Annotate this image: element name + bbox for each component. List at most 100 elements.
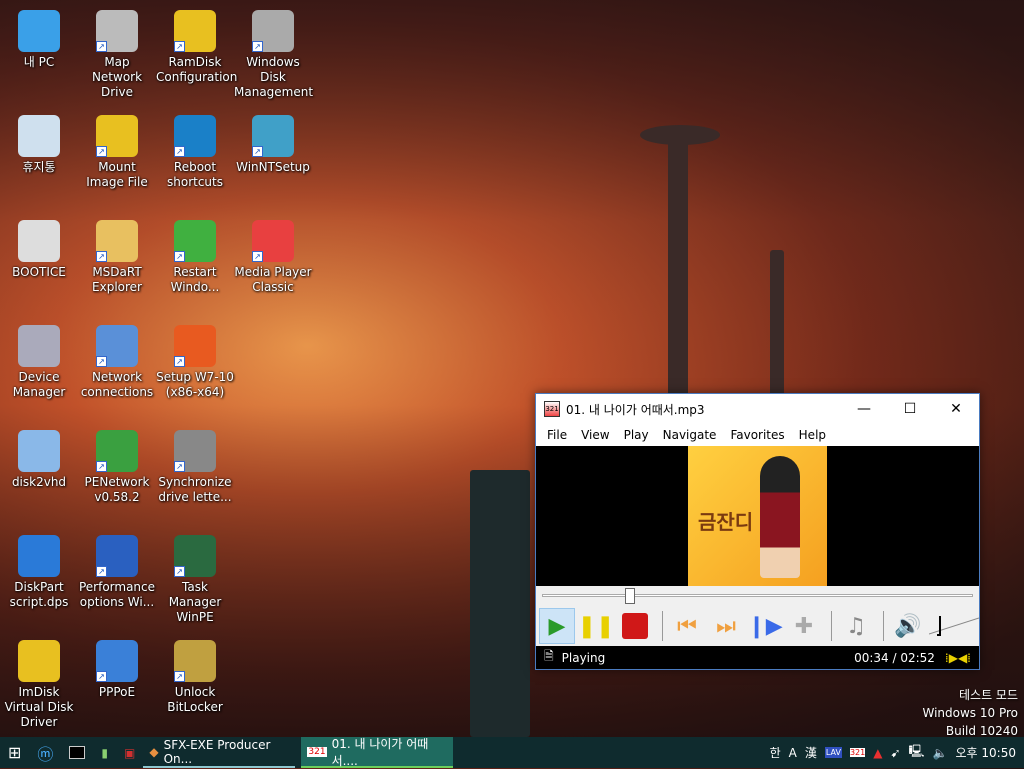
app-icon: ↗ xyxy=(174,535,216,577)
lav-filter-icon[interactable]: LAV xyxy=(824,747,842,758)
task-sfx-exe[interactable]: ◆ SFX-EXE Producer On... xyxy=(143,737,296,768)
stop-button[interactable] xyxy=(617,608,653,644)
media-player-window[interactable]: 321 01. 내 나이가 어때서.mp3 — ☐ ✕ File View Pl… xyxy=(535,393,980,670)
desktop-icon[interactable]: ↗ Windows Disk Management xyxy=(234,10,314,100)
desktop-icon-label: Unlock BitLocker xyxy=(167,685,223,714)
desktop-icon-label: PENetwork v0.58.2 xyxy=(84,475,150,504)
shortcut-arrow-icon: ↗ xyxy=(174,671,185,682)
volume-slider[interactable] xyxy=(928,614,980,638)
maximize-button[interactable]: ☐ xyxy=(887,401,933,417)
desktop-icon[interactable]: ↗ RamDisk Configuration xyxy=(156,10,237,85)
seek-thumb[interactable] xyxy=(625,588,636,604)
mpc-tray-icon[interactable]: 321 xyxy=(849,748,866,757)
desktop-icon[interactable]: ↗ Media Player Classic xyxy=(234,220,312,295)
task-media-player[interactable]: 321 01. 내 나이가 어때서.... xyxy=(301,736,454,768)
desktop-icon[interactable]: 내 PC xyxy=(0,10,78,70)
desktop-icon[interactable]: ↗ Reboot shortcuts xyxy=(156,115,234,190)
desktop-icon[interactable]: DiskPart script.dps xyxy=(0,535,78,610)
pause-button[interactable]: ❚❚ xyxy=(578,608,615,644)
ime-hanja-icon[interactable]: 漢 xyxy=(805,744,817,761)
desktop-icon-label: Network connections xyxy=(80,370,154,399)
desktop-icon-label: BOOTICE xyxy=(12,265,66,279)
tray-app-icon[interactable]: ▲ xyxy=(873,746,882,760)
desktop-icon[interactable]: ↗ Restart Windo... xyxy=(156,220,234,295)
desktop-icon[interactable]: ↗ PENetwork v0.58.2 xyxy=(78,430,156,505)
mpc-app-icon: 321 xyxy=(307,746,327,757)
desktop-icon[interactable]: ImDisk Virtual Disk Driver xyxy=(0,640,78,730)
audio-track-button[interactable]: ♫ xyxy=(838,608,874,644)
start-button[interactable]: ⊞ xyxy=(0,737,29,768)
seek-track[interactable] xyxy=(542,594,973,597)
desktop-icon[interactable]: Device Manager xyxy=(0,325,78,400)
ime-alpha-icon[interactable]: A xyxy=(789,746,797,760)
desktop-icon[interactable]: ↗ Synchronize drive lette... xyxy=(156,430,234,505)
shortcut-arrow-icon: ↗ xyxy=(96,566,107,577)
desktop-icon[interactable]: ↗ MSDaRT Explorer xyxy=(78,220,156,295)
task-label: 01. 내 나이가 어때서.... xyxy=(331,736,429,768)
play-button[interactable]: ▶ xyxy=(539,608,575,644)
desktop-icon[interactable]: ↗ Map Network Drive xyxy=(78,10,156,100)
cmd-pin-icon[interactable] xyxy=(61,737,93,768)
desktop-icon[interactable]: disk2vhd xyxy=(0,430,78,490)
system-tray: 한 A 漢 LAV 321 ▲ ➹ 🖳 🔈 오후 10:50 xyxy=(770,742,1024,763)
mute-button[interactable]: 🔊 xyxy=(890,608,926,644)
shortcut-arrow-icon: ↗ xyxy=(96,251,107,262)
menu-help[interactable]: Help xyxy=(792,428,833,442)
desktop-icon-label: Windows Disk Management xyxy=(234,55,314,99)
app-icon xyxy=(18,10,60,52)
minimize-button[interactable]: — xyxy=(841,401,887,417)
desktop-icon-label: Restart Windo... xyxy=(170,265,220,294)
desktop-icon[interactable]: ↗ Setup W7-10 (x86-x64) xyxy=(156,325,234,400)
desktop-icon-label: Media Player Classic xyxy=(234,265,312,294)
shortcut-arrow-icon: ↗ xyxy=(174,566,185,577)
desktop-icon-label: Performance options Wi... xyxy=(78,580,156,609)
wallpaper-tower-top xyxy=(640,125,720,145)
seek-bar[interactable] xyxy=(536,586,979,606)
frame-step-button[interactable]: ❙▶ xyxy=(747,608,783,644)
add-button[interactable]: ✚ xyxy=(786,608,822,644)
desktop-icon[interactable]: ↗ Performance options Wi... xyxy=(78,535,156,610)
desktop-icon[interactable]: ↗ WinNTSetup xyxy=(234,115,312,175)
reboot-pin-icon[interactable]: ⓜ xyxy=(29,737,61,768)
desktop-icon-label: 내 PC xyxy=(23,55,55,69)
clock[interactable]: 오후 10:50 xyxy=(956,744,1016,761)
shortcut-arrow-icon: ↗ xyxy=(96,146,107,157)
volume-icon[interactable]: 🔈 xyxy=(933,746,948,760)
menu-view[interactable]: View xyxy=(574,428,616,442)
desktop-icon-label: 휴지통 xyxy=(22,160,56,174)
previous-button[interactable]: ⏮ xyxy=(669,608,705,644)
desktop-icon-label: WinNTSetup xyxy=(236,160,310,174)
desktop-icon[interactable]: 휴지통 xyxy=(0,115,78,175)
ime-hangul-icon[interactable]: 한 xyxy=(770,744,781,761)
volume-thumb[interactable] xyxy=(936,616,941,636)
desktop-icon[interactable]: ↗ Network connections xyxy=(78,325,156,400)
network-icon[interactable]: 🖳 xyxy=(909,742,925,763)
desktop-icon-label: ImDisk Virtual Disk Driver xyxy=(4,685,74,729)
desktop-icon[interactable]: ↗ Unlock BitLocker xyxy=(156,640,234,715)
shortcut-arrow-icon: ↗ xyxy=(174,356,185,367)
menu-play[interactable]: Play xyxy=(617,428,656,442)
app-icon: ↗ xyxy=(252,115,294,157)
desktop-icon[interactable]: ↗ Mount Image File xyxy=(78,115,156,190)
menu-file[interactable]: File xyxy=(540,428,574,442)
notepad-pin-icon[interactable]: ▮ xyxy=(93,737,116,768)
desktop-icon-label: disk2vhd xyxy=(11,475,67,489)
desktop-icon[interactable]: ↗ PPPoE xyxy=(78,640,156,700)
shortcut-arrow-icon: ↗ xyxy=(174,461,185,472)
app-icon: ↗ xyxy=(174,430,216,472)
next-button[interactable]: ⏭ xyxy=(708,608,744,644)
desktop-icon[interactable]: ↗ Task Manager WinPE xyxy=(156,535,234,625)
desktop-icon[interactable]: BOOTICE xyxy=(0,220,78,280)
save-pin-icon[interactable]: ▣ xyxy=(116,737,143,768)
close-button[interactable]: ✕ xyxy=(933,401,979,417)
title-bar[interactable]: 321 01. 내 나이가 어때서.mp3 — ☐ ✕ xyxy=(536,394,979,424)
video-area[interactable]: 금잔디 xyxy=(536,446,979,586)
app-icon xyxy=(18,535,60,577)
album-art: 금잔디 xyxy=(688,446,827,586)
cursor-tray-icon[interactable]: ➹ xyxy=(890,746,900,760)
menu-navigate[interactable]: Navigate xyxy=(656,428,724,442)
desktop-icon-label: Setup W7-10 (x86-x64) xyxy=(156,370,234,399)
shortcut-arrow-icon: ↗ xyxy=(252,251,263,262)
menu-favorites[interactable]: Favorites xyxy=(723,428,791,442)
app-icon: ↗ xyxy=(252,220,294,262)
